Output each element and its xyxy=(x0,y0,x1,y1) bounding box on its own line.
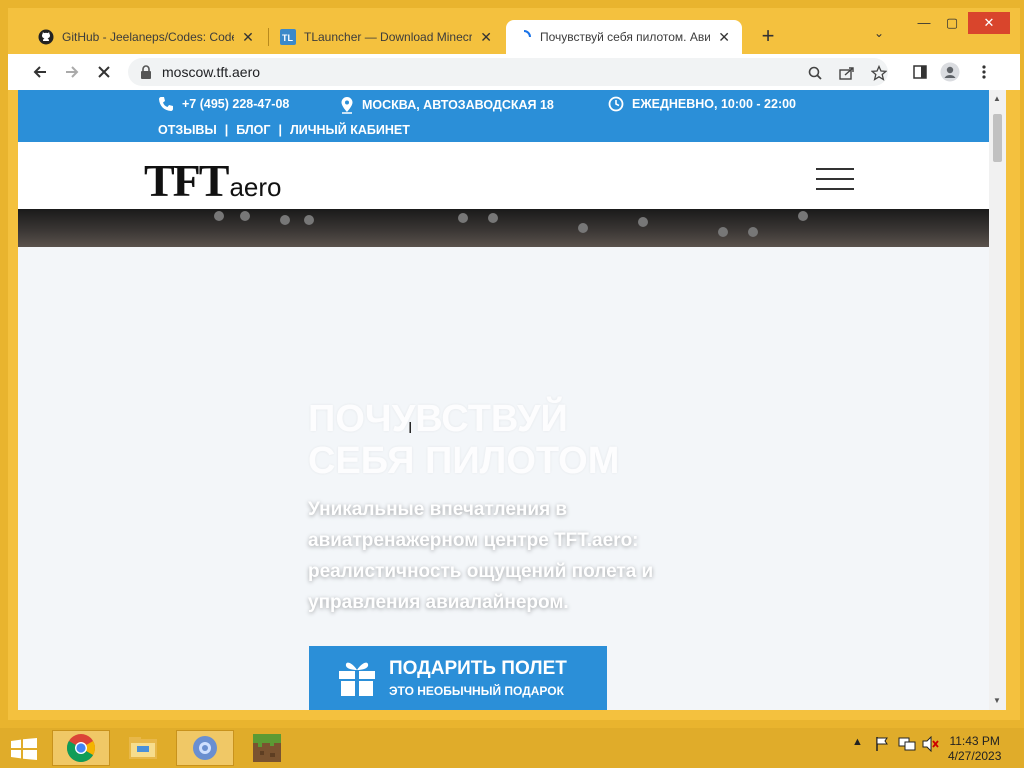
tab-title: Почувствуй себя пилотом. Авиа xyxy=(540,30,711,44)
show-hidden-icons-icon[interactable]: ▲ xyxy=(852,736,863,748)
scroll-up-arrow-icon[interactable]: ▲ xyxy=(993,94,1001,103)
phone-number[interactable]: +7 (495) 228-47-08 xyxy=(182,97,289,111)
svg-text:TL: TL xyxy=(282,33,293,43)
hours-text: ЕЖЕДНЕВНО, 10:00 - 22:00 xyxy=(632,97,797,111)
windows-start-icon[interactable] xyxy=(10,738,38,760)
address-bar[interactable]: moscow.tft.aero xyxy=(128,58,888,86)
top-links: ОТЗЫВЫ | БЛОГ | ЛИЧНЫЙ КАБИНЕТ xyxy=(158,123,410,137)
close-icon[interactable]: ✕ xyxy=(716,29,732,46)
new-tab-button[interactable]: + xyxy=(756,24,780,48)
tab-bar: GitHub - Jeelaneps/Codes: Code ✕ TL TLau… xyxy=(8,8,1020,54)
account-link[interactable]: ЛИЧНЫЙ КАБИНЕТ xyxy=(290,123,410,137)
file-explorer-icon[interactable] xyxy=(114,730,172,766)
network-icon[interactable] xyxy=(898,736,916,755)
hero-description: Уникальные впечатления в авиатренажерном… xyxy=(308,499,654,613)
scroll-down-arrow-icon[interactable]: ▼ xyxy=(993,696,1001,705)
share-icon[interactable] xyxy=(838,64,856,82)
stop-loading-icon[interactable] xyxy=(92,60,116,84)
loading-spinner-icon xyxy=(516,29,532,45)
hero-title: ПОЧУВСТВУЙ СЕБЯ ПИЛОТОМ xyxy=(308,398,728,482)
link-separator: | xyxy=(224,123,229,137)
menu-kebab-icon[interactable] xyxy=(974,62,994,82)
tab-title: GitHub - Jeelaneps/Codes: Code xyxy=(62,30,234,44)
address-text: МОСКВА, АВТОЗАВОДСКАЯ 18 xyxy=(362,98,554,112)
logo-main: TFT xyxy=(144,155,229,206)
system-clock[interactable]: 11:43 PM 4/27/2023 xyxy=(948,734,1001,764)
phone-icon xyxy=(159,97,173,111)
zoom-icon[interactable] xyxy=(806,64,824,82)
link-separator: | xyxy=(278,123,282,137)
gift-icon xyxy=(339,662,375,696)
tlauncher-icon: TL xyxy=(280,29,296,45)
gift-flight-button[interactable]: ПОДАРИТЬ ПОЛЕТ ЭТО НЕОБЫЧНЫЙ ПОДАРОК xyxy=(309,646,607,710)
text-cursor-icon: I xyxy=(408,420,413,437)
side-panel-icon[interactable] xyxy=(910,62,930,82)
clock-time: 11:43 PM xyxy=(949,734,1000,748)
reviews-link[interactable]: ОТЗЫВЫ xyxy=(158,123,217,137)
maximize-button[interactable]: ▢ xyxy=(938,12,966,34)
location-pin-icon xyxy=(341,97,353,114)
page-viewport: +7 (495) 228-47-08 МОСКВА, АВТОЗАВОДСКАЯ… xyxy=(18,90,989,710)
tab-separator xyxy=(268,28,269,46)
browser-window: GitHub - Jeelaneps/Codes: Code ✕ TL TLau… xyxy=(8,8,1020,720)
volume-muted-icon[interactable] xyxy=(922,735,940,755)
page-scrollbar[interactable]: ▲ ▼ xyxy=(989,90,1006,710)
tab-github[interactable]: GitHub - Jeelaneps/Codes: Code ✕ xyxy=(28,20,266,54)
gift-button-sublabel: ЭТО НЕОБЫЧНЫЙ ПОДАРОК xyxy=(389,684,564,698)
site-top-bar: +7 (495) 228-47-08 МОСКВА, АВТОЗАВОДСКАЯ… xyxy=(18,90,989,142)
gift-button-label: ПОДАРИТЬ ПОЛЕТ xyxy=(389,658,567,679)
blog-link[interactable]: БЛОГ xyxy=(236,123,270,137)
minimize-button[interactable]: — xyxy=(910,12,938,34)
minecraft-icon[interactable] xyxy=(238,730,296,766)
profile-avatar-icon[interactable] xyxy=(940,62,960,82)
tab-tlauncher[interactable]: TL TLauncher — Download Minecra ✕ xyxy=(270,20,504,54)
settings-gear-icon[interactable] xyxy=(176,730,234,766)
hamburger-menu-icon[interactable] xyxy=(816,168,854,190)
back-arrow-icon[interactable] xyxy=(28,60,52,84)
forward-arrow-icon[interactable] xyxy=(60,60,84,84)
tab-search-icon[interactable]: ⌄ xyxy=(874,26,884,40)
tab-tft-aero[interactable]: Почувствуй себя пилотом. Авиа ✕ xyxy=(506,20,742,54)
clock-icon xyxy=(608,96,624,112)
close-icon[interactable]: ✕ xyxy=(240,29,256,46)
hours-info: ЕЖЕДНЕВНО, 10:00 - 22:00 xyxy=(608,96,796,112)
github-icon xyxy=(38,29,54,45)
scrollbar-thumb[interactable] xyxy=(993,114,1002,162)
address-contact: МОСКВА, АВТОЗАВОДСКАЯ 18 xyxy=(340,96,554,114)
lock-icon[interactable] xyxy=(140,65,152,79)
chrome-icon[interactable] xyxy=(52,730,110,766)
site-logo[interactable]: TFT aero xyxy=(144,154,282,207)
site-header: TFT aero xyxy=(18,142,989,209)
taskbar: ▲ 11:43 PM 4/27/2023 xyxy=(0,728,1024,768)
action-center-flag-icon[interactable] xyxy=(874,736,890,755)
cockpit-banner-image xyxy=(18,209,989,247)
clock-date: 4/27/2023 xyxy=(948,749,1002,763)
window-close-button[interactable]: ✕ xyxy=(968,12,1010,34)
url-text[interactable]: moscow.tft.aero xyxy=(162,64,260,80)
logo-suffix: aero xyxy=(229,172,282,202)
phone-contact[interactable]: +7 (495) 228-47-08 xyxy=(158,96,289,112)
bookmark-star-icon[interactable] xyxy=(870,64,888,82)
close-icon[interactable]: ✕ xyxy=(478,29,494,46)
hero-title-line-1: ПОЧУВСТВУЙ xyxy=(308,398,568,440)
tab-title: TLauncher — Download Minecra xyxy=(304,30,473,44)
hero-section: ПОЧУВСТВУЙ СЕБЯ ПИЛОТОМ Уникальные впеча… xyxy=(308,398,728,618)
hero-title-line-2: СЕБЯ ПИЛОТОМ xyxy=(308,440,620,482)
browser-toolbar: moscow.tft.aero xyxy=(8,54,1020,90)
